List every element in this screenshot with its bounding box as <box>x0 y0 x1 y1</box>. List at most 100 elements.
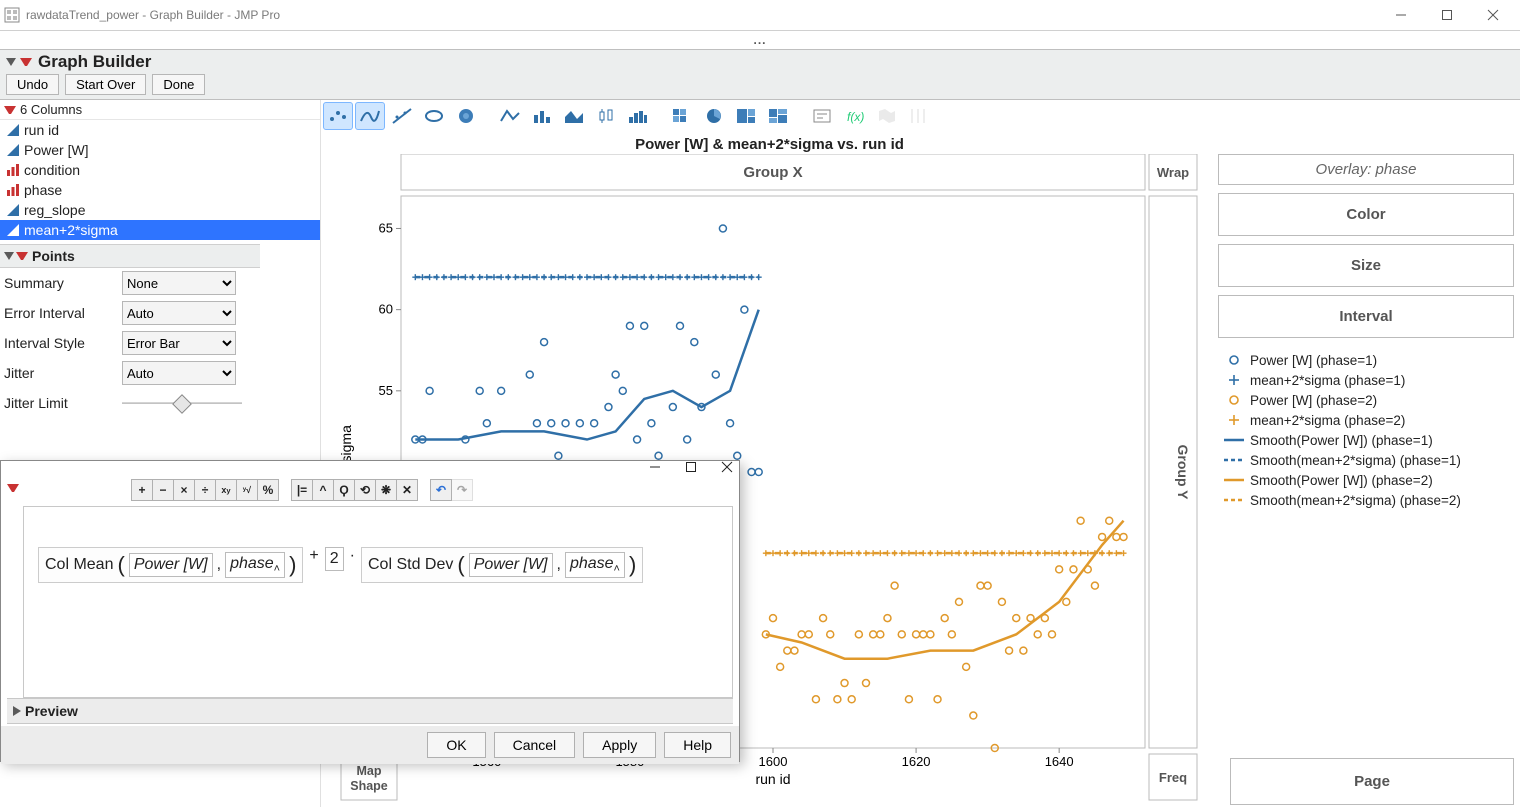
interval-style-select[interactable]: Error Bar <box>122 331 236 355</box>
column-item[interactable]: Power [W] <box>0 140 320 160</box>
tb-caption-icon[interactable] <box>807 102 837 130</box>
tb-heatmap-icon[interactable] <box>667 102 697 130</box>
column-item[interactable]: mean+2*sigma <box>0 220 320 240</box>
disclosure-icon[interactable] <box>4 252 14 260</box>
red-triangle-menu[interactable] <box>7 482 19 494</box>
red-triangle-menu[interactable] <box>20 56 32 68</box>
red-triangle-menu[interactable] <box>4 104 16 116</box>
window-minimize[interactable] <box>1378 0 1424 30</box>
legend-label: Power [W] (phase=1) <box>1250 353 1377 368</box>
tb-parallel-icon[interactable] <box>903 102 933 130</box>
legend-item[interactable]: Smooth(mean+2*sigma) (phase=1) <box>1224 450 1508 470</box>
disclosure-icon[interactable] <box>6 58 16 66</box>
jitter-select[interactable]: Auto <box>122 361 236 385</box>
op-peel-icon[interactable]: ⟲ <box>354 479 376 501</box>
help-button[interactable]: Help <box>664 732 731 758</box>
group-y-zone[interactable]: Group Y <box>1175 445 1191 501</box>
svg-text:1620: 1620 <box>902 754 931 769</box>
column-item[interactable]: reg_slope <box>0 200 320 220</box>
op-assign-icon[interactable]: |= <box>291 479 313 501</box>
undo-icon[interactable]: ↶ <box>430 479 452 501</box>
window-close[interactable] <box>1470 0 1516 30</box>
tb-area-icon[interactable] <box>559 102 589 130</box>
legend-item[interactable]: mean+2*sigma (phase=2) <box>1224 410 1508 430</box>
continuous-icon <box>6 223 20 237</box>
tb-contour-icon[interactable] <box>451 102 481 130</box>
legend-item[interactable]: Smooth(Power [W]) (phase=2) <box>1224 470 1508 490</box>
tb-ellipse-icon[interactable] <box>419 102 449 130</box>
page-zone[interactable]: Page <box>1230 758 1514 805</box>
legend-item[interactable]: Smooth(mean+2*sigma) (phase=2) <box>1224 490 1508 510</box>
done-button[interactable]: Done <box>152 74 205 95</box>
columns-header[interactable]: 6 Columns <box>0 100 320 120</box>
tb-line-of-fit-icon[interactable] <box>387 102 417 130</box>
overlay-zone[interactable]: Overlay: phase <box>1218 154 1514 185</box>
tb-map-icon[interactable] <box>871 102 901 130</box>
column-item[interactable]: phase <box>0 180 320 200</box>
tb-boxplot-icon[interactable] <box>591 102 621 130</box>
tb-bar-icon[interactable] <box>527 102 557 130</box>
cancel-button[interactable]: Cancel <box>494 732 576 758</box>
window-maximize[interactable] <box>1424 0 1470 30</box>
column-item[interactable]: run id <box>0 120 320 140</box>
op-delete-icon[interactable]: ✕ <box>396 479 418 501</box>
jitter-limit-slider[interactable] <box>122 394 242 412</box>
column-item[interactable]: condition <box>0 160 320 180</box>
red-triangle-menu[interactable] <box>16 250 28 262</box>
legend-item[interactable]: Smooth(Power [W]) (phase=1) <box>1224 430 1508 450</box>
op-div-icon[interactable]: ÷ <box>194 479 216 501</box>
window-title: rawdataTrend_power - Graph Builder - JMP… <box>26 8 280 22</box>
tb-pie-icon[interactable] <box>699 102 729 130</box>
summary-select[interactable]: None <box>122 271 236 295</box>
legend-item[interactable]: mean+2*sigma (phase=1) <box>1224 370 1508 390</box>
dialog-minimize[interactable] <box>649 461 661 476</box>
tb-line-icon[interactable] <box>495 102 525 130</box>
formula-expression[interactable]: Col Mean ( Power [W] , phase˄ ) + 2 · Co… <box>23 506 733 698</box>
arg-phase[interactable]: phase˄ <box>225 552 285 578</box>
redo-icon[interactable]: ↷ <box>451 479 473 501</box>
op-root-icon[interactable]: ʸ√ <box>236 479 258 501</box>
op-times-icon[interactable]: × <box>173 479 195 501</box>
toolbar-overflow-icon[interactable]: ... <box>0 31 1520 49</box>
legend-item[interactable]: Power [W] (phase=2) <box>1224 390 1508 410</box>
undo-button[interactable]: Undo <box>6 74 59 95</box>
fn-col-stddev[interactable]: Col Std Dev ( Power [W] , phase˄ ) <box>361 547 643 583</box>
interval-zone[interactable]: Interval <box>1218 295 1514 338</box>
op-caret-icon[interactable]: ^ <box>312 479 334 501</box>
dialog-close[interactable] <box>721 461 733 476</box>
tb-mosaic-icon[interactable] <box>763 102 793 130</box>
legend-marker <box>1224 453 1244 467</box>
tb-smoother-icon[interactable] <box>355 102 385 130</box>
tb-treemap-icon[interactable] <box>731 102 761 130</box>
x-axis-label[interactable]: run id <box>755 771 790 787</box>
op-percent-icon[interactable]: % <box>257 479 279 501</box>
map-shape-zone[interactable]: Map <box>357 764 382 778</box>
legend-item[interactable]: Power [W] (phase=1) <box>1224 350 1508 370</box>
op-group-icon[interactable]: ❋ <box>375 479 397 501</box>
op-switch-icon[interactable]: Ϙ <box>333 479 355 501</box>
op-plus-icon[interactable]: + <box>131 479 153 501</box>
arg-power[interactable]: Power [W] <box>469 553 553 577</box>
error-interval-select[interactable]: Auto <box>122 301 236 325</box>
op-minus-icon[interactable]: − <box>152 479 174 501</box>
preview-header[interactable]: Preview <box>7 698 733 724</box>
const-two[interactable]: 2 <box>325 547 344 571</box>
wrap-zone[interactable]: Wrap <box>1157 165 1189 180</box>
arg-power[interactable]: Power [W] <box>129 553 213 577</box>
ok-button[interactable]: OK <box>427 732 485 758</box>
disclosure-right-icon[interactable] <box>13 706 21 716</box>
color-zone[interactable]: Color <box>1218 193 1514 236</box>
start-over-button[interactable]: Start Over <box>65 74 146 95</box>
arg-phase[interactable]: phase˄ <box>565 552 625 578</box>
apply-button[interactable]: Apply <box>583 732 656 758</box>
group-x-zone[interactable]: Group X <box>743 164 802 181</box>
dialog-maximize[interactable] <box>685 461 697 476</box>
size-zone[interactable]: Size <box>1218 244 1514 287</box>
fn-col-mean[interactable]: Col Mean ( Power [W] , phase˄ ) <box>38 547 303 583</box>
tb-formula-icon[interactable]: f(x) <box>839 102 869 130</box>
tb-points-icon[interactable] <box>323 102 353 130</box>
tb-histogram-icon[interactable] <box>623 102 653 130</box>
op-power-icon[interactable]: xy <box>215 479 237 501</box>
freq-zone[interactable]: Freq <box>1159 770 1187 785</box>
points-header[interactable]: Points <box>0 244 260 268</box>
